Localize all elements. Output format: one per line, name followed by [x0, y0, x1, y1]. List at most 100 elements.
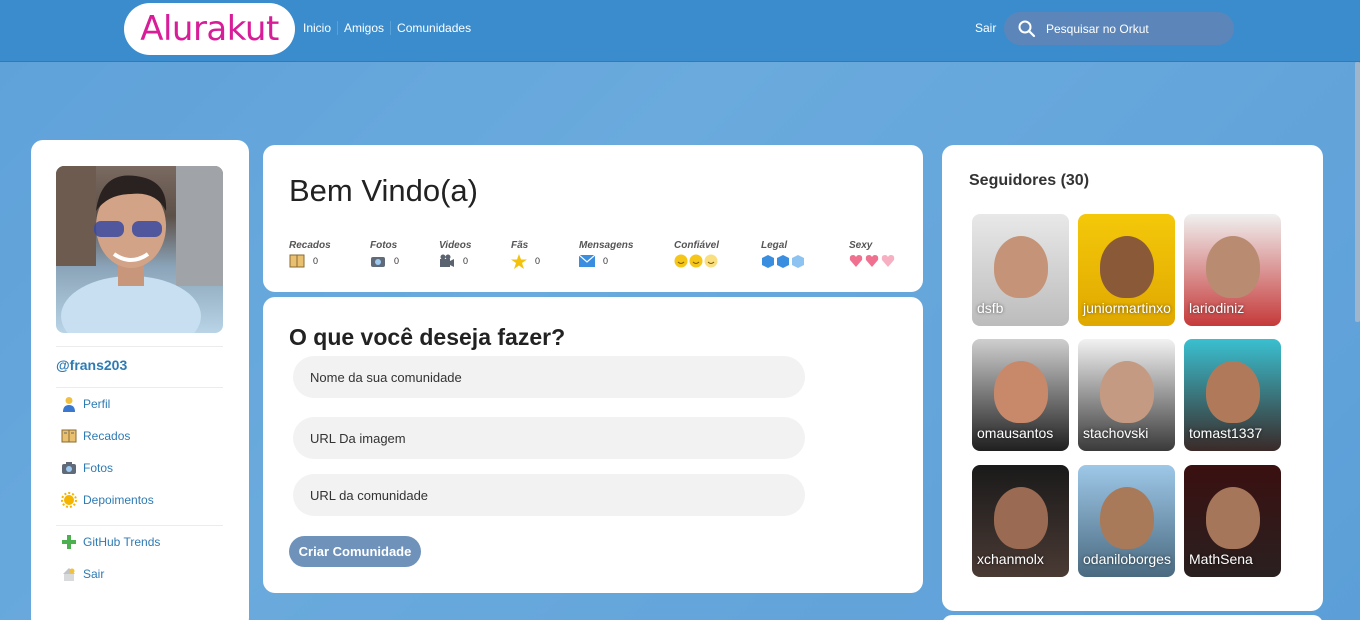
follower-name: tomast1337 — [1189, 425, 1263, 441]
menu-label: Depoimentos — [83, 493, 154, 507]
follower-card[interactable]: MathSena — [1184, 465, 1281, 577]
stat-fotos: Fotos 0 — [370, 240, 399, 269]
stat-label: Sexy — [849, 240, 873, 251]
follower-name: stachovski — [1083, 425, 1149, 441]
nav-comunidades[interactable]: Comunidades — [390, 21, 477, 35]
welcome-card: Bem Vindo(a) Recados 0 Fotos 0 Videos 0 … — [263, 145, 923, 292]
follower-card[interactable]: xchanmolx — [972, 465, 1069, 577]
camera-icon — [371, 257, 385, 267]
stat-label: Mensagens — [579, 240, 634, 251]
followers-title: Seguidores (30) — [969, 172, 1090, 189]
search-bar — [1004, 12, 1234, 45]
stat-value: 0 — [463, 256, 469, 266]
stat-label: Legal — [761, 240, 788, 251]
book-icon — [289, 254, 305, 268]
stat-value: 0 — [535, 256, 541, 266]
follower-card[interactable]: odaniloborges — [1078, 465, 1175, 577]
logout-link[interactable]: Sair — [975, 21, 996, 35]
create-community-card: O que você deseja fazer? Criar Comunidad… — [263, 297, 923, 593]
follower-name: lariodiniz — [1189, 300, 1245, 316]
stat-videos: Videos 0 — [439, 240, 471, 269]
video-camera-icon — [440, 254, 454, 267]
follower-card[interactable]: omausantos — [972, 339, 1069, 451]
follower-name: dsfb — [977, 300, 1004, 316]
follower-photo — [1100, 236, 1154, 298]
follower-name: MathSena — [1189, 551, 1253, 567]
profile-username[interactable]: @frans203 — [56, 357, 127, 373]
divider — [56, 346, 223, 347]
top-navbar: Alurakut Inicio Amigos Comunidades Sair — [0, 0, 1360, 62]
form-title: O que você deseja fazer? — [289, 324, 566, 350]
menu-item-depoimentos[interactable]: Depoimentos — [61, 492, 154, 508]
stat-label: Videos — [439, 240, 472, 251]
welcome-title: Bem Vindo(a) — [289, 173, 478, 208]
follower-photo — [1100, 487, 1154, 549]
menu-label: Perfil — [83, 397, 111, 411]
community-name-input[interactable] — [293, 356, 805, 398]
user-icon — [63, 397, 75, 412]
follower-photo — [1206, 487, 1260, 549]
follower-card[interactable]: tomast1337 — [1184, 339, 1281, 451]
stat-fas: Fãs 0 — [511, 240, 540, 269]
follower-name: juniormartinxo — [1083, 300, 1171, 316]
menu-item-recados[interactable]: Recados — [61, 428, 130, 444]
stat-legal: Legal — [761, 240, 807, 269]
menu-label: Recados — [83, 429, 131, 443]
create-community-button[interactable]: Criar Comunidade — [289, 536, 421, 567]
divider — [56, 525, 223, 526]
stat-confiavel: Confiável — [674, 240, 719, 269]
follower-card[interactable]: dsfb — [972, 214, 1069, 326]
follower-photo — [1206, 361, 1260, 423]
star-icon — [511, 253, 527, 269]
book-icon — [61, 429, 77, 443]
menu-item-perfil[interactable]: Perfil — [61, 396, 110, 412]
follower-photo — [994, 487, 1048, 549]
follower-photo — [994, 236, 1048, 298]
follower-card[interactable]: stachovski — [1078, 339, 1175, 451]
menu-item-github-trends[interactable]: GitHub Trends — [61, 534, 160, 550]
page-scrollbar[interactable] — [1355, 62, 1360, 322]
smiley-icon — [674, 254, 718, 268]
follower-photo — [994, 361, 1048, 423]
nav-amigos[interactable]: Amigos — [337, 21, 390, 35]
follower-name: xchanmolx — [977, 551, 1044, 567]
follower-photo — [1206, 236, 1260, 298]
divider — [56, 387, 223, 388]
envelope-icon — [579, 255, 595, 267]
stat-label: Fãs — [511, 240, 529, 251]
follower-name: omausantos — [977, 425, 1054, 441]
menu-label: Fotos — [83, 461, 114, 475]
stat-value: 0 — [394, 256, 400, 266]
menu-label: GitHub Trends — [83, 535, 161, 549]
alurakut-logo[interactable]: Alurakut — [124, 3, 295, 55]
follower-card[interactable]: juniormartinxo — [1078, 214, 1175, 326]
stat-label: Recados — [289, 240, 331, 251]
menu-label: Sair — [83, 567, 105, 581]
next-card-peek — [942, 615, 1323, 620]
avatar-portrait — [56, 166, 223, 333]
camera-icon — [62, 462, 76, 474]
stat-sexy: Sexy — [849, 240, 897, 269]
image-url-input[interactable] — [293, 417, 805, 459]
stat-recados: Recados 0 — [289, 240, 331, 269]
logo-text: Alurakut — [140, 9, 279, 49]
stat-value: 0 — [313, 256, 319, 266]
ice-cube-icon — [762, 255, 804, 268]
search-input[interactable] — [1046, 21, 1226, 36]
menu-item-sair[interactable]: Sair — [61, 566, 104, 582]
community-url-input[interactable] — [293, 474, 805, 516]
followers-card: Seguidores (30) dsfb juniormartinxo lari… — [942, 145, 1323, 611]
profile-sidebar: @frans203 Perfil Recados Fotos Depoiment… — [31, 140, 249, 620]
profile-avatar[interactable] — [56, 166, 223, 333]
menu-item-fotos[interactable]: Fotos — [61, 460, 113, 476]
follower-card[interactable]: lariodiniz — [1184, 214, 1281, 326]
stat-label: Confiável — [674, 240, 720, 251]
heart-icon — [849, 255, 895, 267]
sun-icon — [61, 492, 77, 508]
stat-value: 0 — [603, 256, 609, 266]
plus-icon — [62, 535, 76, 549]
nav-inicio[interactable]: Inicio — [303, 21, 337, 35]
stat-mensagens: Mensagens 0 — [579, 240, 633, 269]
search-icon — [1018, 20, 1036, 37]
main-nav: Inicio Amigos Comunidades — [303, 21, 477, 35]
